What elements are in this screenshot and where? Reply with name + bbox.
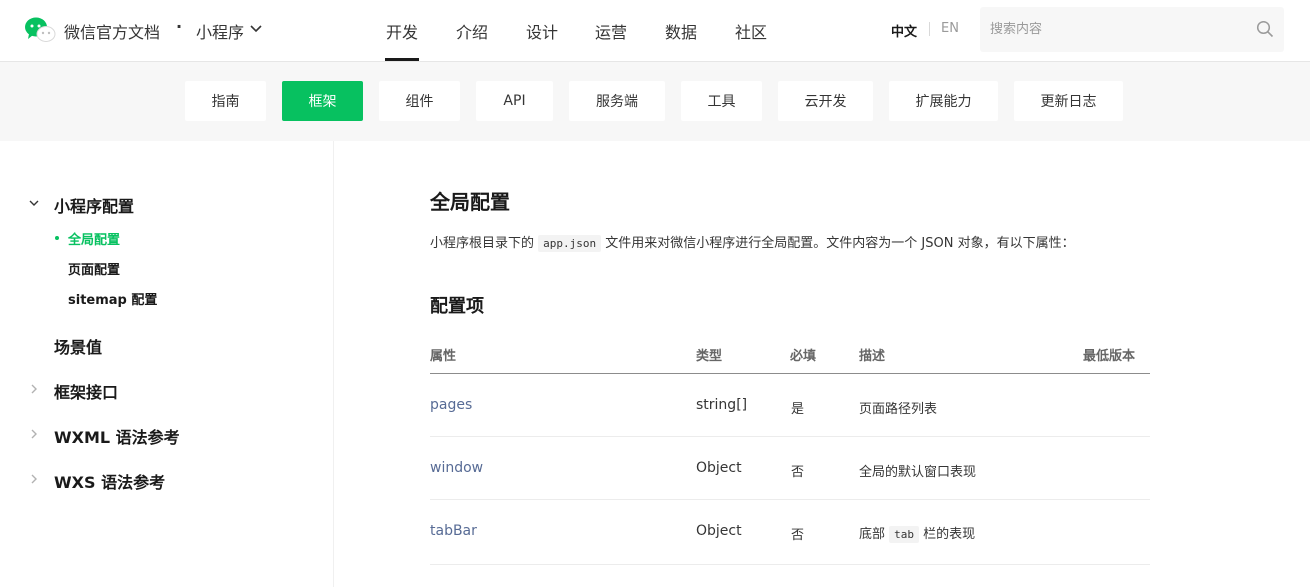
topnav-develop[interactable]: 开发 [386,19,418,43]
table-header-type: 类型 [696,349,723,364]
chevron-right-icon[interactable] [29,384,39,394]
top-header: 微信官方文档 · 小程序 开发 介绍 设计 运营 数据 社区 中文 EN [0,0,1310,62]
table-cell-attr[interactable]: pages [430,397,472,413]
table-row-divider [430,436,1150,437]
table-header-min-version: 最低版本 [1083,349,1136,364]
inline-code-tab: tab [889,526,920,543]
table-cell-required: 否 [791,465,805,480]
table-cell-type: Object [696,523,742,539]
table-header-required: 必填 [790,349,817,364]
product-selector[interactable]: 小程序 [196,19,244,43]
topnav-design[interactable]: 设计 [526,19,558,43]
table-header-divider [430,373,1150,374]
topnav-community[interactable]: 社区 [735,19,767,43]
topnav-intro[interactable]: 介绍 [456,19,488,43]
sidebar-item-global-config[interactable]: 全局配置 [68,229,120,248]
search-input[interactable] [980,7,1250,52]
chevron-down-icon[interactable] [29,198,39,208]
sidebar-section-scene[interactable]: 场景值 [54,334,102,358]
table-row-divider [430,499,1150,500]
tab-api[interactable]: API [476,81,553,121]
sidebar-item-page-config[interactable]: 页面配置 [68,259,120,278]
tab-changelog[interactable]: 更新日志 [1014,81,1123,121]
tab-guide[interactable]: 指南 [185,81,266,121]
table-header-attr: 属性 [430,349,457,364]
sidebar-section-wxml[interactable]: WXML 语法参考 [54,424,180,448]
sidebar-section-app-config[interactable]: 小程序配置 [54,193,134,217]
table-cell-desc: 底部 tab 栏的表现 [859,523,976,543]
table-cell-type: Object [696,460,742,476]
section-title: 配置项 [430,296,484,317]
main-content: 全局配置 小程序根目录下的 app.json 文件用来对微信小程序进行全局配置。… [335,141,1310,587]
tab-components[interactable]: 组件 [379,81,460,121]
topnav-operate[interactable]: 运营 [595,19,627,43]
topnav-data[interactable]: 数据 [665,19,697,43]
intro-text-before: 小程序根目录下的 [430,236,539,251]
table-cell-required: 是 [791,402,805,417]
table-cell-desc: 全局的默认窗口表现 [859,465,977,480]
site-title[interactable]: 微信官方文档 [64,19,160,43]
tab-tools[interactable]: 工具 [681,81,762,121]
inline-code-app-json: app.json [538,235,602,252]
chevron-right-icon[interactable] [29,474,39,484]
sidebar-item-sitemap-config[interactable]: sitemap 配置 [68,289,157,308]
sidebar-section-wxs[interactable]: WXS 语法参考 [54,469,165,493]
table-row-divider [430,564,1150,565]
category-bar: 指南 框架 组件 API 服务端 工具 云开发 扩展能力 更新日志 [0,62,1310,141]
wechat-logo[interactable] [24,16,56,44]
tab-cloud[interactable]: 云开发 [778,81,873,121]
active-bullet [55,236,59,240]
topnav-active-indicator [385,58,419,61]
desc-text-before: 底部 [859,527,890,542]
chevron-down-icon[interactable] [250,24,262,34]
table-cell-attr[interactable]: tabBar [430,523,477,539]
lang-divider [929,22,930,36]
chevron-right-icon[interactable] [29,429,39,439]
table-header-desc: 描述 [859,349,886,364]
tab-framework[interactable]: 框架 [282,81,363,121]
tab-server[interactable]: 服务端 [569,81,665,121]
page-title: 全局配置 [430,190,510,214]
search-icon[interactable] [1256,20,1274,38]
table-cell-attr[interactable]: window [430,460,483,476]
sidebar: 小程序配置 全局配置 页面配置 sitemap 配置 场景值 框架接口 WXML… [0,141,334,587]
table-cell-desc: 页面路径列表 [859,402,938,417]
lang-zh[interactable]: 中文 [891,21,917,40]
intro-paragraph: 小程序根目录下的 app.json 文件用来对微信小程序进行全局配置。文件内容为… [430,232,1075,252]
title-separator: · [176,17,183,36]
lang-en[interactable]: EN [941,21,959,36]
table-cell-required: 否 [791,528,805,543]
table-cell-type: string[] [696,397,748,413]
tab-extensions[interactable]: 扩展能力 [889,81,998,121]
search-box [980,7,1284,52]
intro-text-after: 文件用来对微信小程序进行全局配置。文件内容为一个 JSON 对象，有以下属性： [601,236,1075,251]
sidebar-section-framework-api[interactable]: 框架接口 [54,379,118,403]
desc-text-after: 栏的表现 [919,527,976,542]
